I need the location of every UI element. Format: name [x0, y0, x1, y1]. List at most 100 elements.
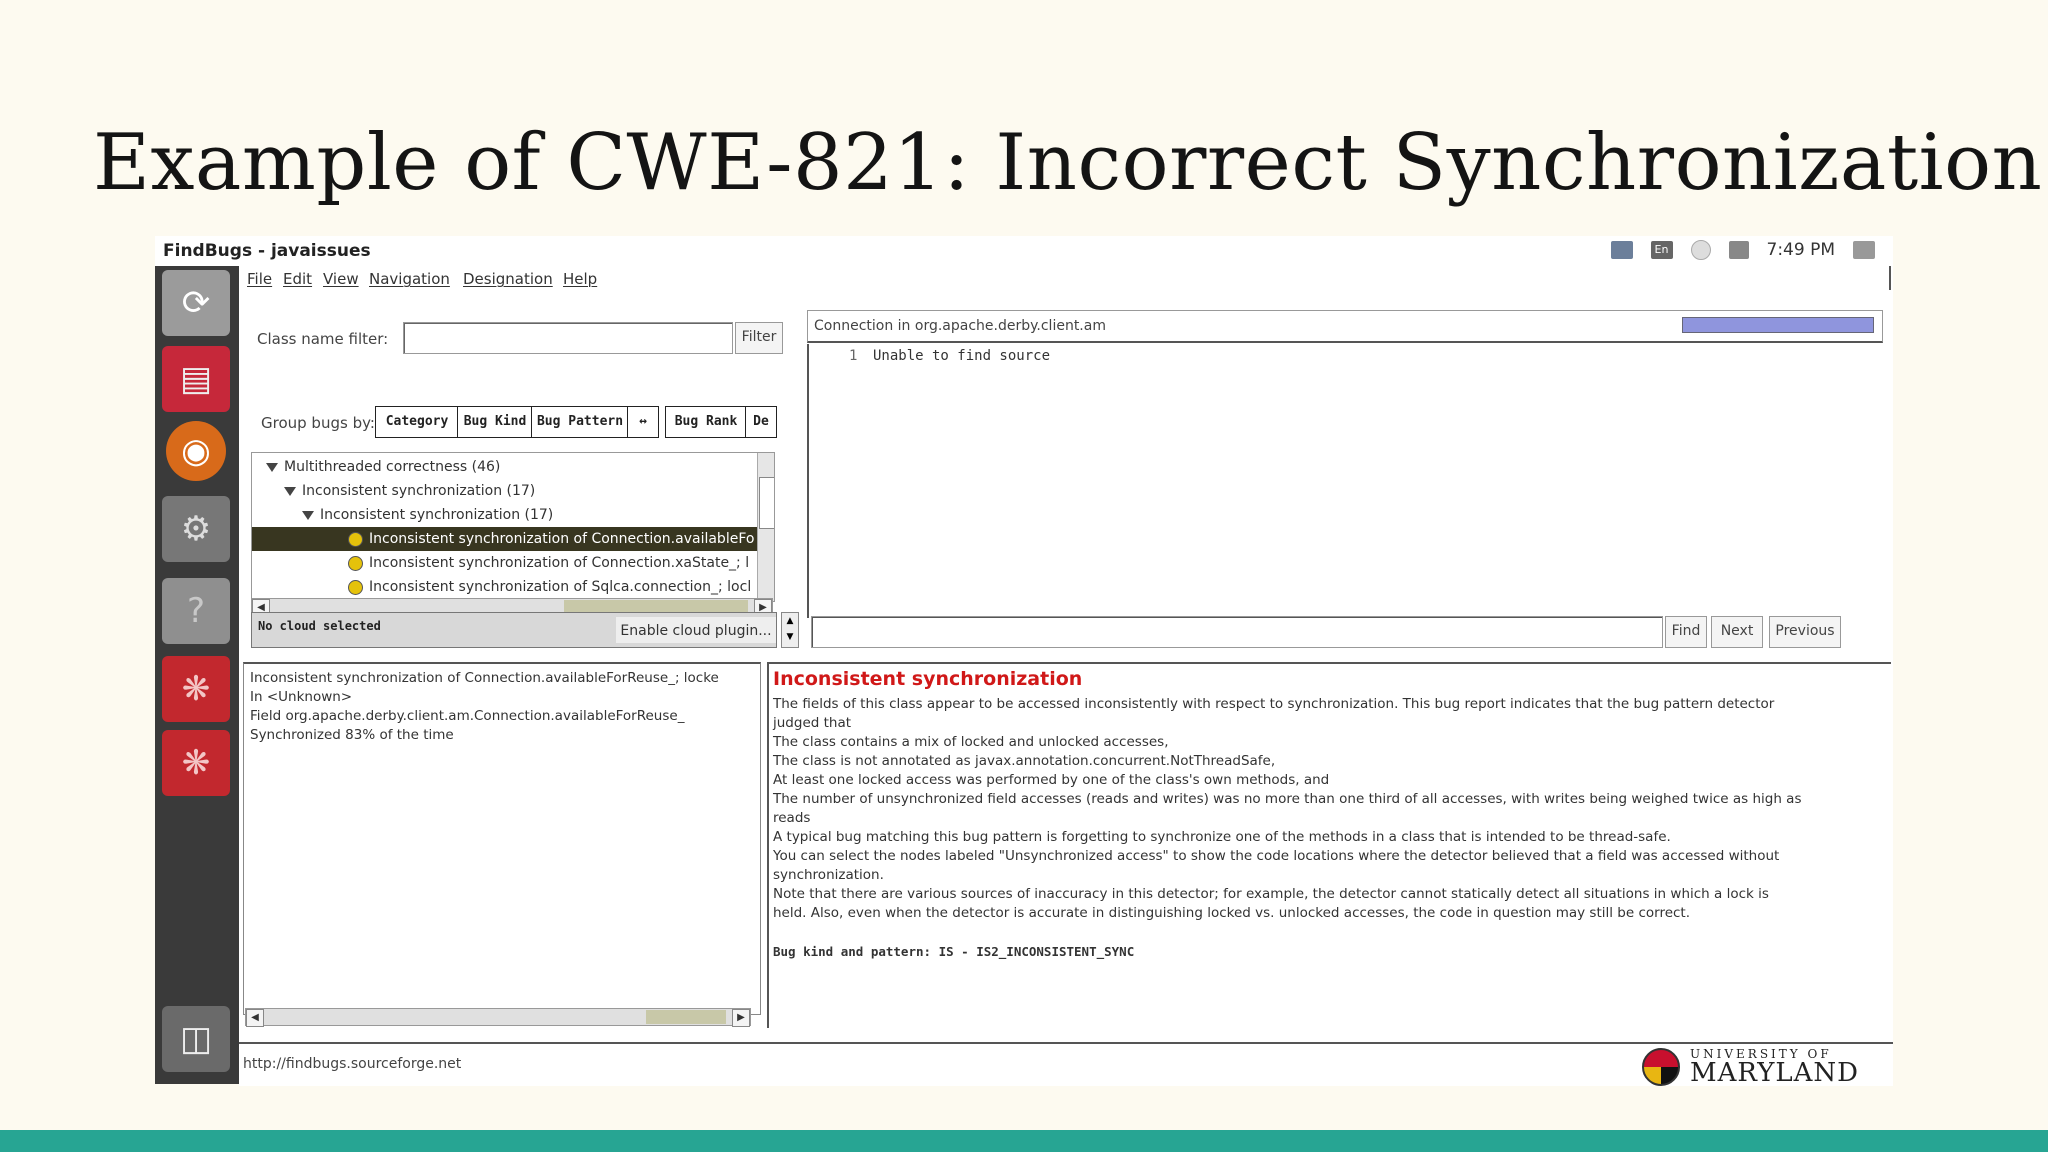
slide-title: Example of CWE-821: Incorrect Synchroniz…	[93, 118, 2043, 208]
source-progress-bar	[1682, 317, 1874, 333]
tree-vertical-scrollbar[interactable]	[757, 453, 774, 601]
tab-designation[interactable]: De	[745, 406, 777, 438]
menu-view[interactable]: View	[323, 270, 359, 288]
description-line: The number of unsynchronized field acces…	[773, 791, 1802, 807]
menu-navigation[interactable]: Navigation	[369, 270, 450, 288]
description-line: judged that	[773, 715, 852, 731]
findbugs-screenshot: FindBugs - javaissues En 7:49 PM ⟳ ▤ ◉ ⚙…	[155, 236, 1893, 1086]
scroll-thumb[interactable]	[759, 477, 774, 529]
description-line: Note that there are various sources of i…	[773, 886, 1769, 902]
findbugs-icon[interactable]: ❋	[162, 656, 230, 722]
bug-rank-icon	[348, 531, 363, 547]
system-tray: En 7:49 PM	[1610, 240, 1875, 260]
source-header: Connection in org.apache.derby.client.am	[807, 310, 1883, 343]
launcher: ⟳ ▤ ◉ ⚙ ? ❋ ❋ ◫	[155, 266, 239, 1084]
bug-pattern-line: Bug kind and pattern: IS - IS2_INCONSIST…	[773, 944, 1135, 959]
tab-bug-kind[interactable]: Bug Kind	[457, 406, 533, 438]
description-line: The class is not annotated as javax.anno…	[773, 753, 1276, 769]
scroll-right-icon[interactable]: ▶	[732, 1009, 750, 1027]
source-class: Connection in org.apache.derby.client.am	[814, 318, 1106, 334]
source-view: 1 Unable to find source	[807, 344, 1885, 618]
summary-line: Synchronized 83% of the time	[250, 727, 454, 743]
menubar: File Edit View Navigation Designation He…	[239, 266, 1891, 290]
next-button[interactable]: Next	[1711, 616, 1763, 648]
summary-horizontal-scrollbar[interactable]: ◀ ▶	[245, 1008, 751, 1027]
bug-tree: Multithreaded correctness (46) Inconsist…	[251, 452, 775, 602]
tree-bug-selected[interactable]: Inconsistent synchronization of Connecti…	[252, 527, 758, 551]
firefox-icon[interactable]: ◉	[166, 421, 226, 481]
bug-rank-icon	[348, 579, 363, 595]
expand-triangle-icon[interactable]	[266, 462, 278, 472]
enable-cloud-button[interactable]: Enable cloud plugin...	[616, 617, 776, 643]
description-line: held. Also, even when the detector is ac…	[773, 905, 1691, 921]
cloud-status: No cloud selected	[258, 619, 381, 633]
top-panel: FindBugs - javaissues En 7:49 PM	[155, 236, 1893, 267]
university-logo: UNIVERSITY OF MARYLAND	[1642, 1048, 1859, 1086]
tab-reorder-handle[interactable]: ↔	[627, 406, 659, 438]
cloud-spinner[interactable]: ▲ ▼	[781, 612, 799, 648]
findbugs-window: File Edit View Navigation Designation He…	[239, 266, 1893, 1086]
bug-description-title: Inconsistent synchronization	[773, 668, 1083, 690]
tree-bug[interactable]: Inconsistent synchronization of Sqlca.co…	[252, 575, 774, 599]
power-icon[interactable]	[1690, 240, 1711, 260]
expand-triangle-icon[interactable]	[284, 486, 296, 496]
tree-node-label: Multithreaded correctness (46)	[284, 459, 501, 475]
volume-icon[interactable]	[1728, 241, 1749, 259]
summary-line: Inconsistent synchronization of Connecti…	[250, 670, 719, 686]
scroll-left-icon[interactable]: ◀	[246, 1009, 264, 1027]
ubuntu-home-icon[interactable]: ⟳	[162, 270, 230, 336]
logo-bottom-text: MARYLAND	[1690, 1058, 1859, 1088]
previous-button[interactable]: Previous	[1769, 616, 1841, 648]
tree-bug[interactable]: Inconsistent synchronization of Connecti…	[252, 551, 774, 575]
description-line: reads	[773, 810, 811, 826]
source-line: Unable to find source	[873, 348, 1051, 364]
tree-node-category[interactable]: Multithreaded correctness (46)	[252, 455, 770, 479]
bottom-accent-band	[0, 1130, 2048, 1152]
help-icon[interactable]: ?	[162, 578, 230, 644]
find-input[interactable]	[811, 616, 1663, 648]
trash-icon[interactable]: ◫	[162, 1006, 230, 1072]
findbugs-icon[interactable]: ❋	[162, 730, 230, 796]
menu-file[interactable]: File	[247, 270, 272, 288]
bug-description-panel: Inconsistent synchronization The fields …	[767, 662, 1891, 1028]
tab-category[interactable]: Category	[375, 406, 459, 438]
network-icon[interactable]	[1610, 241, 1633, 259]
description-line: A typical bug matching this bug pattern …	[773, 829, 1671, 845]
settings-icon[interactable]	[1853, 241, 1875, 259]
umd-shield-icon	[1642, 1048, 1681, 1086]
description-line: At least one locked access was performed…	[773, 772, 1330, 788]
tree-node-label: Inconsistent synchronization of Connecti…	[369, 531, 755, 547]
status-bar: http://findbugs.sourceforge.net UNIVERSI…	[239, 1042, 1893, 1086]
filter-button[interactable]: Filter	[735, 322, 783, 354]
summary-line: In <Unknown>	[250, 689, 353, 705]
class-filter-input[interactable]	[403, 322, 733, 354]
expand-triangle-icon[interactable]	[302, 510, 314, 520]
find-button[interactable]: Find	[1665, 616, 1707, 648]
bug-rank-icon	[348, 555, 363, 571]
clock[interactable]: 7:49 PM	[1767, 240, 1836, 260]
tree-node-label: Inconsistent synchronization of Connecti…	[369, 555, 750, 571]
bug-summary-panel: Inconsistent synchronization of Connecti…	[243, 662, 761, 1015]
cloud-status-bar: No cloud selected Enable cloud plugin...	[251, 612, 777, 648]
description-line: synchronization.	[773, 867, 884, 883]
files-icon[interactable]: ▤	[162, 346, 230, 412]
tab-bug-rank[interactable]: Bug Rank	[665, 406, 747, 438]
window-title: FindBugs - javaissues	[163, 241, 371, 261]
tab-bug-pattern[interactable]: Bug Pattern	[531, 406, 629, 438]
keyboard-layout-icon[interactable]: En	[1650, 241, 1673, 259]
group-bugs-label: Group bugs by:	[261, 414, 375, 432]
status-url[interactable]: http://findbugs.sourceforge.net	[243, 1056, 461, 1072]
description-line: The class contains a mix of locked and u…	[773, 734, 1169, 750]
menu-edit[interactable]: Edit	[283, 270, 312, 288]
tree-node-label: Inconsistent synchronization of Sqlca.co…	[369, 579, 752, 595]
scroll-thumb[interactable]	[646, 1010, 726, 1024]
tree-node-pattern[interactable]: Inconsistent synchronization (17)	[252, 503, 774, 527]
line-number: 1	[849, 348, 858, 364]
menu-help[interactable]: Help	[563, 270, 597, 288]
description-line: You can select the nodes labeled "Unsync…	[773, 848, 1780, 864]
tree-node-label: Inconsistent synchronization (17)	[320, 507, 554, 523]
system-settings-icon[interactable]: ⚙	[162, 496, 230, 562]
tree-node-kind[interactable]: Inconsistent synchronization (17)	[252, 479, 774, 503]
menu-designation[interactable]: Designation	[463, 270, 553, 288]
description-line: The fields of this class appear to be ac…	[773, 696, 1775, 712]
